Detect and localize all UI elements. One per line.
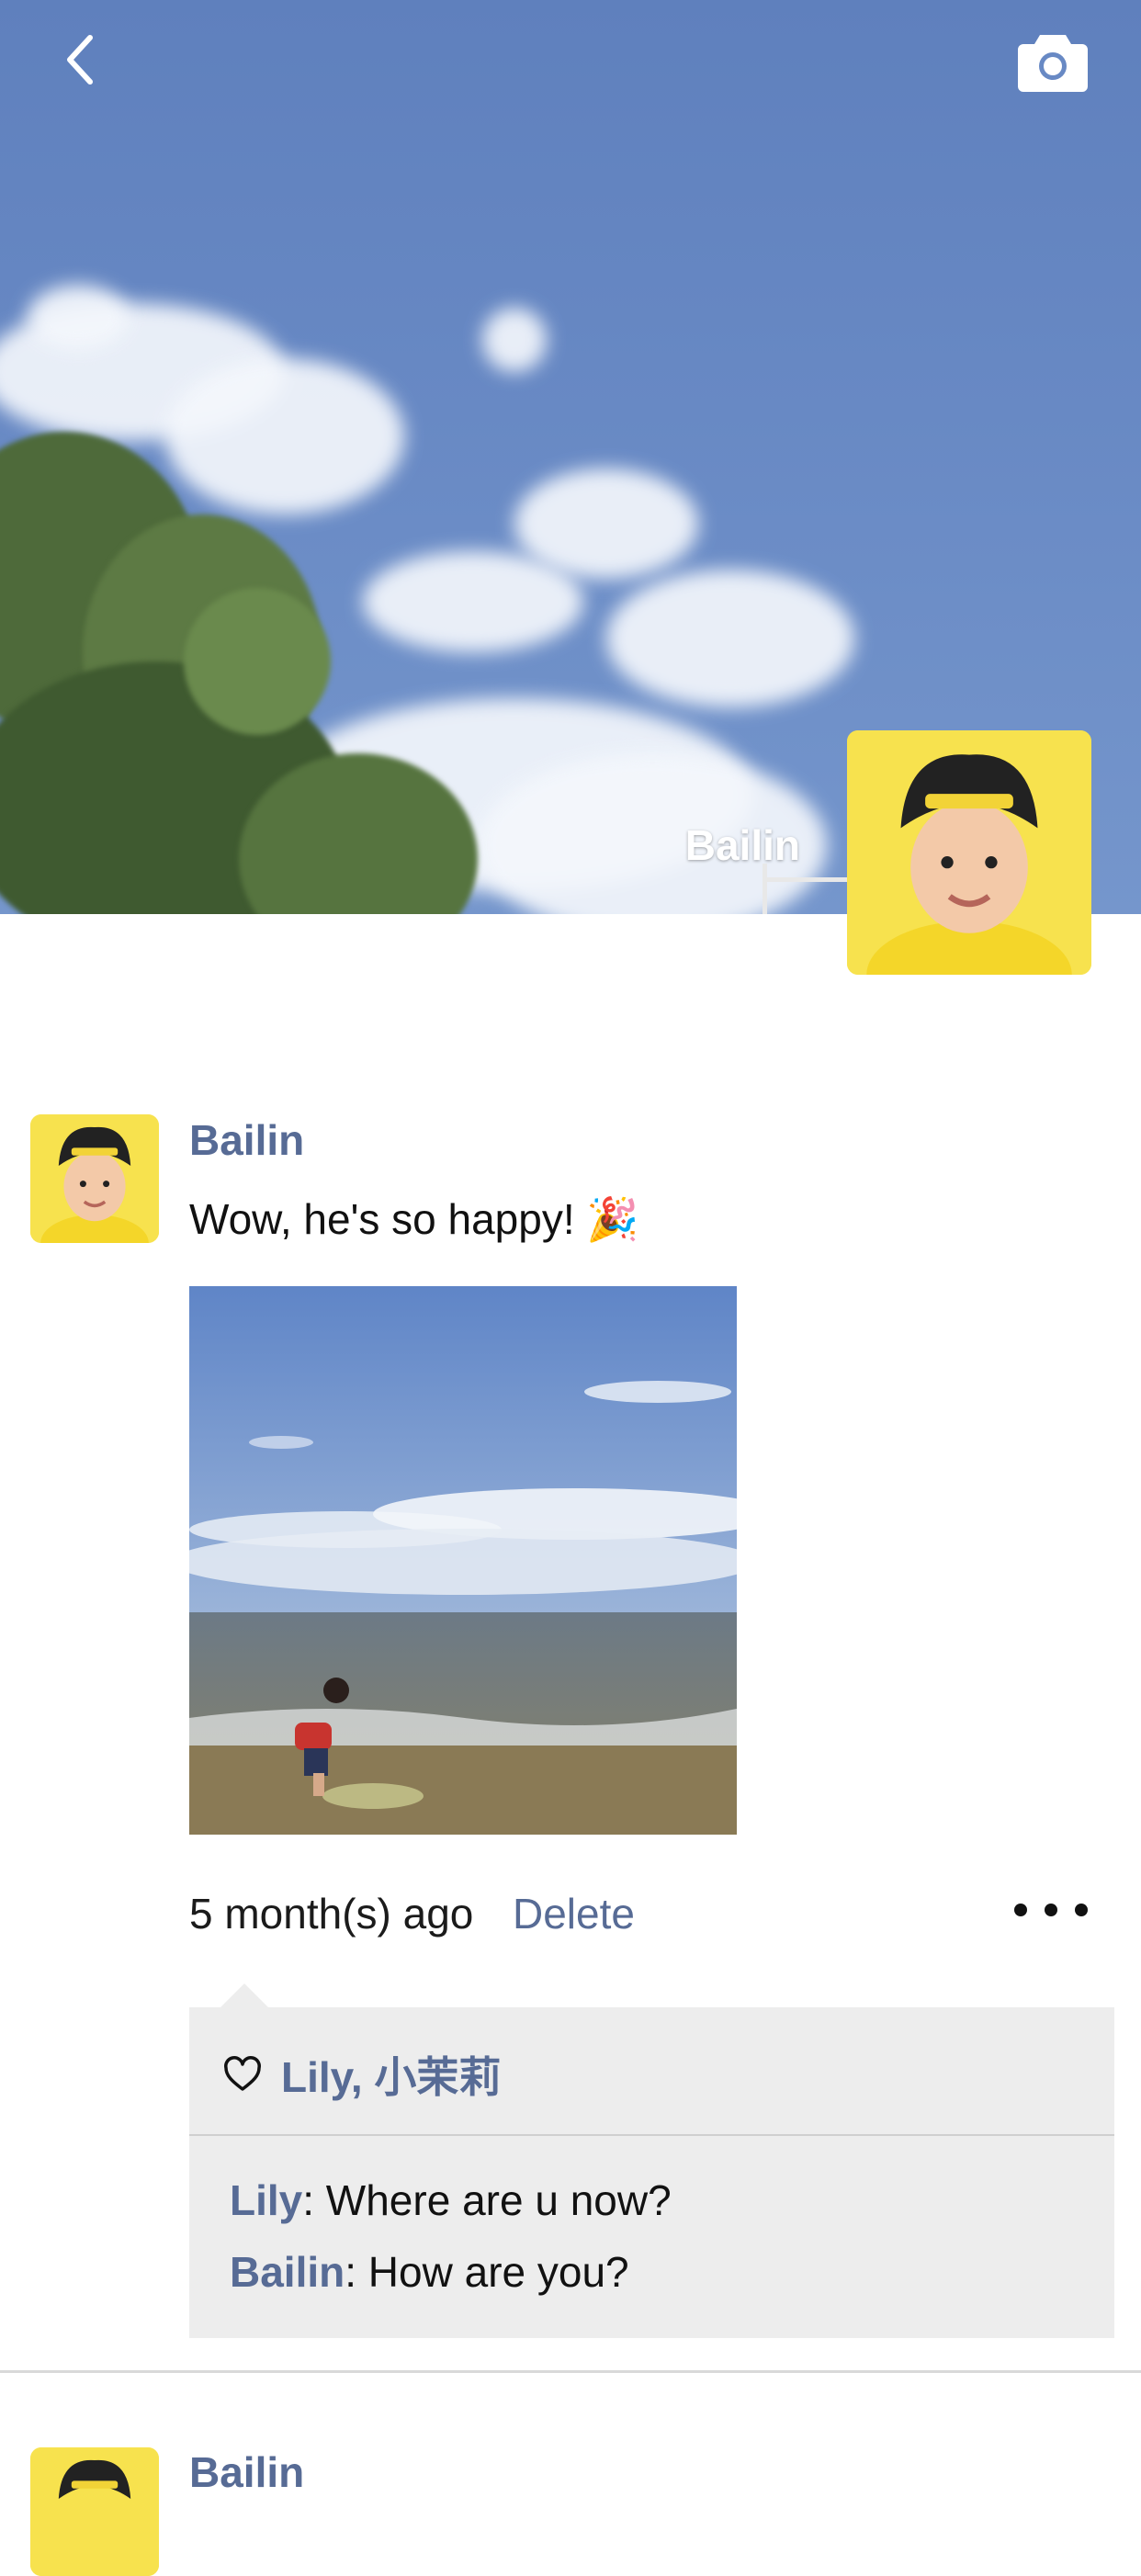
- divider: [189, 2134, 1114, 2136]
- cloud: [165, 358, 404, 514]
- likes-names[interactable]: Lily, 小茉莉: [281, 2044, 501, 2105]
- more-options-button[interactable]: [1014, 1896, 1088, 1924]
- delete-link[interactable]: Delete: [513, 1889, 635, 1938]
- comment-author[interactable]: Lily: [230, 2176, 302, 2224]
- next-post-avatar[interactable]: [30, 2447, 159, 2576]
- cover-user-name: Bailin: [684, 821, 800, 869]
- comment-text: : Where are u now?: [302, 2176, 672, 2224]
- pole: [763, 877, 850, 882]
- camera-button[interactable]: [1018, 31, 1088, 92]
- interaction-box: Lily, 小茉莉 Lily: Where are u now? Bailin:…: [189, 2007, 1114, 2338]
- likes-row: Lily, 小茉莉: [222, 2044, 501, 2105]
- heart-outline-icon: [224, 2056, 261, 2091]
- profile-avatar[interactable]: [847, 730, 1091, 975]
- beach-photo-image: [189, 1286, 737, 1835]
- interaction-caret: [220, 1983, 268, 2007]
- comment-author[interactable]: Bailin: [230, 2248, 345, 2296]
- cloud: [363, 551, 583, 652]
- back-button[interactable]: [53, 32, 108, 87]
- post-divider: [0, 2370, 1141, 2373]
- cloud: [606, 570, 854, 707]
- comment-item[interactable]: Lily: Where are u now?: [230, 2175, 672, 2225]
- cloud: [482, 308, 547, 372]
- pole: [763, 864, 767, 914]
- post-author-avatar[interactable]: [30, 1114, 159, 1243]
- more-horizontal-icon: [1045, 1904, 1057, 1916]
- child-avatar-image: [847, 730, 1091, 975]
- comment-item[interactable]: Bailin: How are you?: [230, 2247, 629, 2297]
- post-author-name[interactable]: Bailin: [189, 1115, 304, 1165]
- cloud: [28, 285, 129, 349]
- child-avatar-image: [30, 1114, 159, 1243]
- next-post-author-name[interactable]: Bailin: [189, 2447, 304, 2497]
- post-timestamp: 5 month(s) ago: [189, 1890, 474, 1938]
- more-horizontal-icon: [1075, 1904, 1088, 1916]
- chevron-left-icon: [67, 35, 93, 85]
- post-text: Wow, he's so happy! 🎉: [189, 1195, 639, 1243]
- comment-text: : How are you?: [345, 2248, 629, 2296]
- child-avatar-image: [30, 2447, 159, 2576]
- more-horizontal-icon: [1014, 1904, 1027, 1916]
- camera-icon: [1018, 35, 1088, 92]
- post-photo[interactable]: [189, 1286, 737, 1835]
- tree: [184, 588, 331, 735]
